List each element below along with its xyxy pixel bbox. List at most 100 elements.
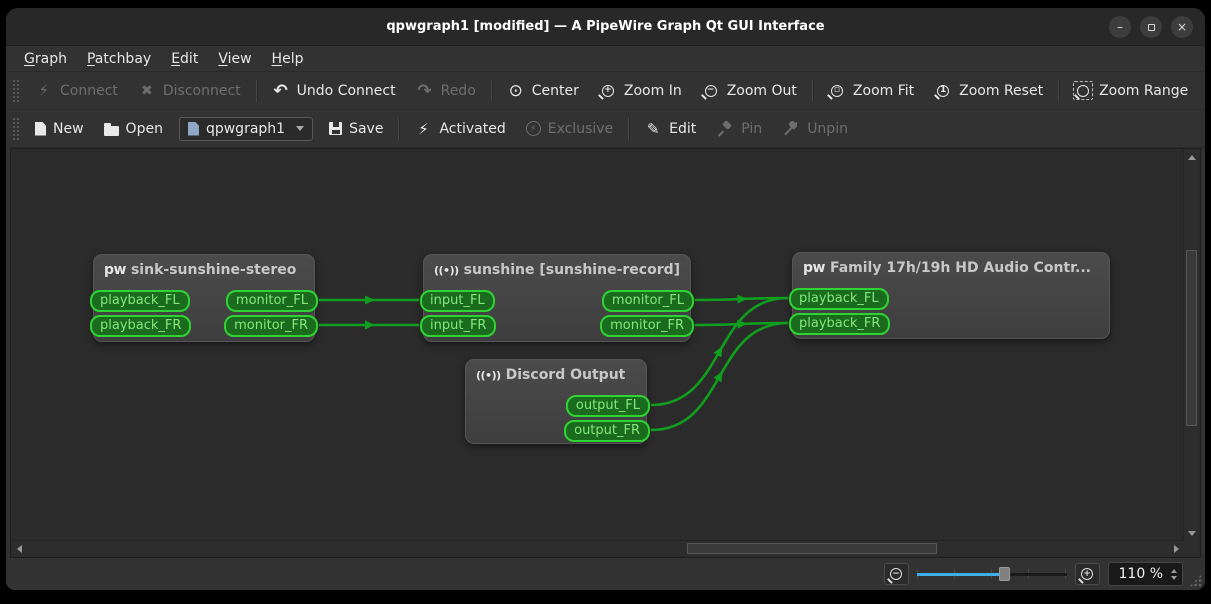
- pin-button[interactable]: Pin: [706, 115, 772, 142]
- zoom-out-button[interactable]: −Zoom Out: [692, 77, 807, 104]
- node-discord[interactable]: ((•))Discord Output output_FL output_FR: [465, 359, 647, 444]
- horizontal-scrollbar[interactable]: [12, 540, 1183, 556]
- port-playback_FL[interactable]: playback_FL: [90, 290, 190, 312]
- stream-icon: ((•)): [476, 370, 501, 381]
- menu-patchbay[interactable]: Patchbay: [77, 48, 161, 70]
- port-playback_FR[interactable]: playback_FR: [90, 315, 191, 337]
- horizontal-scroll-thumb[interactable]: [687, 543, 937, 554]
- node-sunshine[interactable]: ((•))sunshine [sunshine-record]input_FLi…: [423, 254, 691, 342]
- label: Save: [349, 121, 383, 137]
- pipewire-icon: pw: [104, 263, 126, 277]
- label: Zoom Reset: [959, 83, 1043, 99]
- unpin-button[interactable]: Unpin: [772, 115, 858, 142]
- toolbar-separator: [398, 118, 399, 140]
- exclusive-button[interactable]: Exclusive: [516, 116, 623, 142]
- toolbar-drag-handle[interactable]: [12, 79, 19, 103]
- zoom-spinbox[interactable]: 110 %: [1108, 562, 1183, 586]
- port-monitor_FL[interactable]: monitor_FL: [602, 290, 694, 312]
- zoom-in-button[interactable]: +Zoom In: [589, 77, 692, 104]
- port-playback_FL[interactable]: playback_FL: [789, 288, 889, 310]
- scroll-right-icon[interactable]: [1169, 541, 1183, 556]
- zoom-fit-button[interactable]: ▫Zoom Fit: [818, 77, 924, 104]
- unpin-icon: [782, 120, 800, 137]
- port-playback_FR[interactable]: playback_FR: [789, 313, 890, 335]
- new-button[interactable]: New: [25, 116, 94, 142]
- undo-connect-button[interactable]: Undo Connect: [262, 77, 406, 104]
- menu-help[interactable]: Help: [262, 48, 314, 70]
- edit-button[interactable]: Edit: [634, 115, 706, 142]
- zoom-value: 110 %: [1119, 566, 1163, 582]
- toolbar-patchbay: New Open qpwgraph1 Save Activated Exclusive Ed…: [6, 110, 1205, 148]
- pin-icon: [716, 120, 734, 137]
- port-monitor_FL[interactable]: monitor_FL: [226, 290, 318, 312]
- graph-canvas-frame: pwsink-sunshine-stereoplayback_FLplaybac…: [10, 148, 1201, 558]
- disconnect-icon: [138, 82, 156, 99]
- spinbox-arrows: [1171, 569, 1177, 580]
- redo-button[interactable]: Redo: [406, 77, 486, 104]
- node-title: sink-sunshine-stereo: [131, 262, 296, 278]
- label: Redo: [441, 83, 476, 99]
- label: Activated: [439, 121, 505, 137]
- graph-canvas[interactable]: pwsink-sunshine-stereoplayback_FLplaybac…: [12, 150, 1183, 540]
- connection-wire[interactable]: [695, 298, 788, 300]
- redo-icon: [416, 82, 434, 99]
- label: Pin: [741, 121, 762, 137]
- close-icon[interactable]: ×: [1171, 16, 1193, 38]
- port-output_FR[interactable]: output_FR: [564, 420, 650, 442]
- center-button[interactable]: Center: [497, 77, 589, 104]
- menu-view[interactable]: View: [208, 48, 261, 70]
- zoom-reset-button[interactable]: 1Zoom Reset: [924, 77, 1053, 104]
- label: New: [53, 121, 84, 137]
- slider-handle[interactable]: [999, 567, 1010, 581]
- patchbay-select[interactable]: qpwgraph1: [179, 117, 313, 141]
- zoom-fit-icon: ▫: [828, 82, 846, 99]
- app-window: qpwgraph1 [modified] — A PipeWire Graph …: [6, 8, 1205, 590]
- connect-button[interactable]: Connect: [25, 77, 128, 104]
- zoom-out-icon: −: [702, 82, 720, 99]
- activated-button[interactable]: Activated: [404, 115, 515, 142]
- label: Undo Connect: [297, 83, 396, 99]
- toolbar-separator: [491, 80, 492, 102]
- menu-edit[interactable]: Edit: [161, 48, 208, 70]
- zoom-slider[interactable]: [917, 565, 1067, 583]
- node-header: ((•))Discord Output: [466, 360, 646, 383]
- connection-arrow-icon: [365, 321, 375, 330]
- zoom-range-button[interactable]: Zoom Range: [1064, 77, 1198, 104]
- spin-down-icon[interactable]: [1171, 576, 1177, 580]
- node-header: pw sink-sunshine-stereo: [94, 255, 314, 278]
- edit-icon: [644, 120, 662, 137]
- label: Zoom Out: [727, 83, 797, 99]
- zoom-in-button[interactable]: +: [1075, 563, 1100, 585]
- label: qpwgraph1: [206, 121, 285, 137]
- spin-up-icon[interactable]: [1171, 569, 1177, 573]
- resize-grip-icon[interactable]: [1189, 574, 1202, 587]
- menu-graph[interactable]: Graph: [14, 48, 77, 70]
- port-input_FR[interactable]: input_FR: [420, 315, 496, 337]
- connect-icon: [35, 82, 53, 99]
- node-family[interactable]: pwFamily 17h/19h HD Audio Contr...playba…: [792, 252, 1110, 339]
- save-button[interactable]: Save: [319, 116, 393, 142]
- connection-wire[interactable]: [695, 323, 788, 325]
- maximize-icon[interactable]: [1140, 16, 1162, 38]
- open-icon: [104, 126, 119, 136]
- minimize-icon[interactable]: –: [1109, 16, 1131, 38]
- toolbar-drag-handle[interactable]: [12, 117, 19, 141]
- disconnect-button[interactable]: Disconnect: [128, 77, 251, 104]
- title-bar[interactable]: qpwgraph1 [modified] — A PipeWire Graph …: [6, 8, 1205, 46]
- node-sink[interactable]: pw sink-sunshine-stereo playback_FLplaybac…: [93, 254, 315, 342]
- port-monitor_FR[interactable]: monitor_FR: [224, 315, 318, 337]
- scroll-up-icon[interactable]: [1184, 150, 1199, 164]
- port-input_FL[interactable]: input_FL: [420, 290, 495, 312]
- label: Center: [532, 83, 579, 99]
- undo-icon: [272, 82, 290, 99]
- connections-layer: [12, 150, 1183, 540]
- scroll-left-icon[interactable]: [12, 541, 26, 556]
- open-button[interactable]: Open: [94, 116, 173, 142]
- scroll-down-icon[interactable]: [1184, 526, 1199, 540]
- vertical-scrollbar[interactable]: [1183, 150, 1199, 540]
- port-output_FL[interactable]: output_FL: [566, 395, 650, 417]
- zoom-out-button[interactable]: −: [884, 563, 909, 585]
- slider-fill: [917, 573, 1000, 576]
- vertical-scroll-thumb[interactable]: [1186, 250, 1197, 426]
- port-monitor_FR[interactable]: monitor_FR: [600, 315, 694, 337]
